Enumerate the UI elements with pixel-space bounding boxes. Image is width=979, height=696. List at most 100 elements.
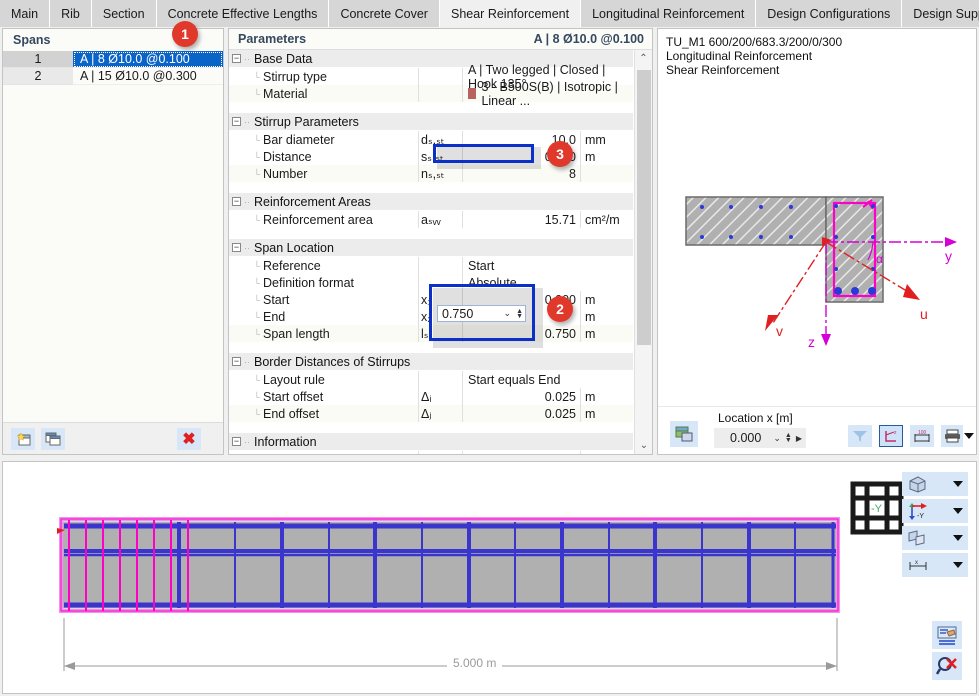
chevron-down-icon[interactable]: ⌄ (773, 433, 781, 444)
param-row-reference[interactable]: └ Reference Start (229, 257, 633, 274)
param-row-reinforcement-area[interactable]: └ Reinforcement area aₛᵥᵥ 15.71 cm²/m (229, 211, 633, 228)
group-label: Stirrup Parameters (254, 115, 359, 129)
cross-section-drawing: y z u v α (658, 79, 978, 409)
rebar-dot (700, 235, 704, 239)
param-value (462, 451, 580, 454)
tab-longitudinal-reinforcement[interactable]: Longitudinal Reinforcement (581, 0, 756, 27)
param-unit: cm²/m (580, 211, 630, 228)
param-label: Material (263, 85, 418, 102)
scrollbar-thumb[interactable] (637, 70, 651, 345)
render-mode-icon[interactable] (902, 526, 968, 550)
tab-bar: Main Rib Section Concrete Effective Leng… (0, 0, 979, 27)
param-row-definition-format[interactable]: └ Definition format Absolute (229, 274, 633, 291)
tab-shear-reinforcement[interactable]: Shear Reinforcement (440, 0, 581, 27)
print-dropdown-caret-icon[interactable] (964, 433, 974, 439)
parameters-scrollbar[interactable]: ⌃ ⌄ (634, 50, 652, 454)
tree-marker: └ (229, 68, 263, 85)
spans-toolbar: ✖ (3, 422, 223, 454)
tab-design-supports[interactable]: Design Supports & (902, 0, 979, 27)
chevron-down-icon[interactable]: ⌄ (504, 308, 512, 319)
chevron-down-icon[interactable] (953, 535, 963, 541)
location-field[interactable]: 0.000 ⌄ ▲▼ ▶ (714, 428, 806, 448)
param-symbol: lₛ (418, 325, 462, 342)
axis-u-arrow (903, 284, 920, 300)
group-border-distances[interactable]: −·· Border Distances of Stirrups (229, 353, 633, 371)
tab-main[interactable]: Main (0, 0, 50, 27)
tree-marker (229, 451, 263, 454)
material-color-swatch (468, 88, 476, 99)
view-3d-icon[interactable] (902, 472, 968, 496)
param-row-end-offset[interactable]: └ End offset Δⱼ 0.025 m (229, 405, 633, 422)
param-row-start-offset[interactable]: └ Start offset Δᵢ 0.025 m (229, 388, 633, 405)
param-symbol (418, 451, 462, 454)
location-next-icon[interactable]: ▶ (796, 434, 802, 443)
dimension-icon[interactable]: x (902, 553, 968, 577)
param-label: Number (263, 165, 418, 182)
location-value: 0.000 (718, 431, 773, 445)
group-stirrup-parameters[interactable]: −·· Stirrup Parameters (229, 113, 633, 131)
collapse-icon[interactable]: − (232, 117, 241, 126)
param-row-number[interactable]: └ Number nₛ,ₛₜ 8 (229, 165, 633, 182)
spinner-arrows-icon[interactable]: ▲▼ (516, 309, 523, 319)
collapse-icon[interactable]: − (232, 197, 241, 206)
param-row-layout-rule[interactable]: └ Layout rule Start equals End (229, 371, 633, 388)
collapse-icon[interactable]: − (232, 54, 241, 63)
delete-row-icon[interactable]: ✖ (177, 428, 201, 450)
tab-concrete-cover[interactable]: Concrete Cover (329, 0, 440, 27)
group-information[interactable]: −·· Information (229, 433, 633, 451)
param-label: Distance (263, 148, 418, 165)
location-spinner-icon[interactable]: ▲▼ (785, 433, 792, 443)
scroll-up-icon[interactable]: ⌃ (635, 50, 652, 67)
rebar-dot-large (868, 287, 876, 295)
tree-marker: └ (229, 85, 263, 102)
spans-row-1[interactable]: 1 A | 8 Ø10.0 @0.100 (3, 51, 223, 68)
param-row-material[interactable]: └ Material 3 - B500S(B) | Isotropic | Li… (229, 85, 633, 102)
tab-design-configurations[interactable]: Design Configurations (756, 0, 902, 27)
collapse-icon[interactable]: − (232, 243, 241, 252)
view-toolbar: Location x [m] 0.000 ⌄ ▲▼ ▶ z 100 (658, 406, 976, 454)
collapse-icon[interactable]: − (232, 437, 241, 446)
group-reinforcement-areas[interactable]: −·· Reinforcement Areas (229, 193, 633, 211)
end-value-field[interactable]: 0.750 ⌄ ▲▼ (437, 305, 526, 322)
group-spacer (229, 422, 633, 433)
view-control-column: -Y x (902, 472, 968, 580)
dimension-arrow-left (64, 662, 75, 670)
collapse-icon[interactable]: − (232, 357, 241, 366)
rebar-dot (871, 235, 875, 239)
axes-icon[interactable]: z (879, 425, 903, 447)
parameters-scroll-area: −·· Base Data └ Stirrup type A | Two leg… (229, 50, 652, 454)
print-icon[interactable] (941, 425, 963, 447)
spans-row-2[interactable]: 2 A | 15 Ø10.0 @0.300 (3, 68, 223, 85)
chevron-down-icon[interactable] (953, 562, 963, 568)
spans-row-value: A | 15 Ø10.0 @0.300 (73, 68, 223, 85)
filter-icon[interactable] (848, 425, 872, 447)
param-value: 15.71 (462, 211, 580, 228)
spans-row-value: A | 8 Ø10.0 @0.100 (73, 51, 223, 68)
axis-cube-icon[interactable]: -Y (849, 480, 905, 536)
dimensions-icon[interactable]: 100 (910, 425, 934, 447)
render-icon[interactable] (670, 421, 698, 447)
param-value: Start (462, 257, 630, 274)
param-unit: m (580, 308, 630, 325)
chevron-down-icon[interactable] (953, 508, 963, 514)
beam-elevation-panel: 5.000 m -Y (2, 461, 977, 694)
param-row-bar-diameter[interactable]: └ Bar diameter dₛ,ₛₜ 10.0 mm (229, 131, 633, 148)
zoom-delete-icon[interactable] (932, 652, 962, 680)
new-row-icon[interactable] (11, 428, 35, 450)
param-label (263, 451, 418, 454)
report-icon[interactable] (932, 621, 962, 649)
duplicate-row-icon[interactable] (41, 428, 65, 450)
group-span-location[interactable]: −·· Span Location (229, 239, 633, 257)
tab-rib[interactable]: Rib (50, 0, 92, 27)
param-label: End (263, 308, 418, 325)
scroll-down-icon[interactable]: ⌄ (635, 437, 653, 454)
param-unit (580, 165, 630, 182)
param-row-span-length[interactable]: └ Span length lₛ 0.750 m (229, 325, 633, 342)
param-label: Start (263, 291, 418, 308)
chevron-down-icon[interactable] (953, 481, 963, 487)
tree-marker: └ (229, 325, 263, 342)
axis-system-icon[interactable]: -Y (902, 499, 968, 523)
param-row-empty (229, 451, 633, 454)
tab-section[interactable]: Section (92, 0, 157, 27)
param-value: 3 - B500S(B) | Isotropic | Linear ... (481, 80, 626, 108)
